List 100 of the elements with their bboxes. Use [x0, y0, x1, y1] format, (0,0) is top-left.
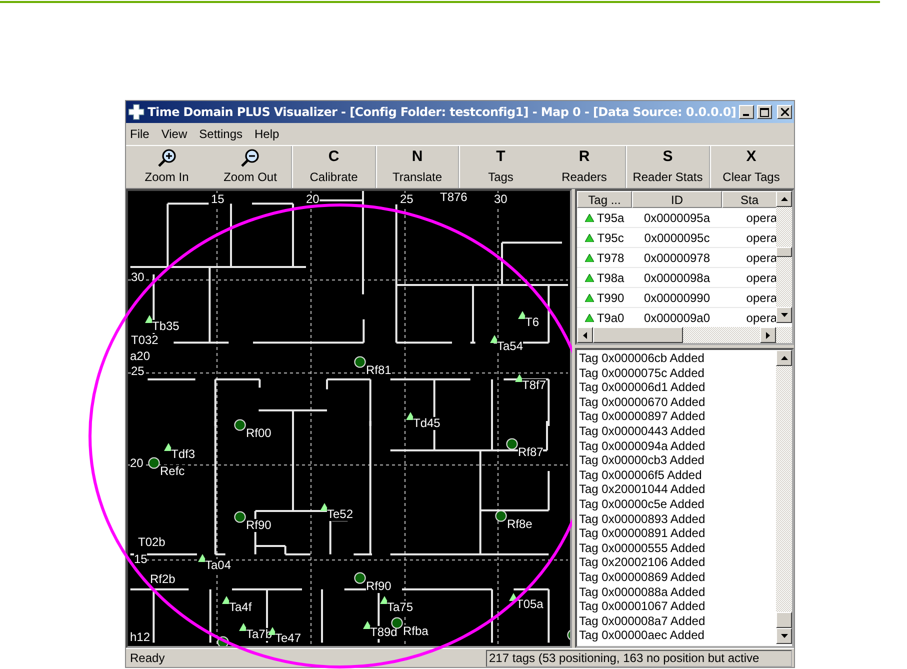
tag-label: Ta54	[497, 340, 524, 353]
left-arrow-icon	[583, 332, 587, 338]
log-entry: Tag 0x00000cb3 Added	[579, 453, 706, 468]
column-header[interactable]: ID	[632, 191, 722, 208]
log-entry: Tag 0x000006cb Added	[579, 351, 706, 366]
grid-coordinate: 20	[130, 457, 144, 470]
grid-coordinate: 20	[306, 193, 320, 206]
tag-label: Te52	[327, 508, 354, 521]
close-button[interactable]	[777, 105, 792, 119]
reader-label: Rf90	[366, 580, 392, 593]
key-letter: R	[578, 148, 590, 167]
table-cell-text: opera	[745, 230, 777, 246]
tag-label: Ta4f	[229, 601, 252, 614]
menu-item[interactable]: File	[130, 127, 150, 141]
table-cell-text: 0x0000098a	[642, 270, 712, 286]
key-letter: N	[412, 148, 423, 167]
grid-coordinate: 15	[134, 553, 148, 566]
menu-item[interactable]: Settings	[199, 127, 242, 141]
log-entry: Tag 0x20001044 Added	[579, 482, 706, 497]
table-cell: T98a	[577, 268, 632, 287]
reader-marker-icon[interactable]	[354, 356, 366, 368]
log-entry: Tag 0x000006d1 Added	[579, 380, 706, 395]
tag-label: T05a	[516, 598, 544, 611]
map-label: Rf2b	[150, 573, 176, 586]
triangle-icon	[584, 214, 594, 222]
tag-marker-icon[interactable]	[380, 596, 389, 604]
reader-marker-icon[interactable]	[148, 457, 160, 469]
toolbar-button[interactable]: Zoom In	[126, 146, 210, 188]
reader-marker-icon[interactable]	[495, 510, 507, 522]
tag-marker-icon[interactable]	[239, 623, 248, 631]
down-arrow-icon	[780, 313, 788, 317]
tag-label: Ta75	[387, 601, 414, 614]
log-entry: Tag 0x000008a7 Added	[579, 614, 706, 628]
tag-marker-icon[interactable]	[198, 554, 207, 562]
tag-marker-icon[interactable]	[363, 621, 372, 629]
reader-marker-icon[interactable]	[354, 572, 366, 584]
map-label: h12	[130, 631, 150, 644]
right-arrow-icon	[766, 332, 770, 338]
up-arrow-icon	[780, 197, 788, 201]
column-header[interactable]: Sta	[722, 191, 777, 208]
tag-marker-icon[interactable]	[515, 374, 524, 382]
reader-marker-icon[interactable]	[234, 419, 246, 431]
menu-item[interactable]: Help	[254, 127, 280, 141]
log-entry: Tag 0x00000aec Added	[579, 628, 706, 643]
reader-label: Rf81	[366, 364, 392, 377]
scrollbar-thumb[interactable]	[776, 612, 792, 628]
log-entry: Tag 0x00000443 Added	[579, 424, 706, 439]
table-cell: T978	[577, 248, 632, 267]
reader-marker-icon[interactable]	[217, 636, 229, 646]
reader-marker-icon[interactable]	[391, 617, 403, 629]
log-entry: Tag 0x00000670 Added	[579, 394, 706, 410]
minimize-button[interactable]	[739, 105, 754, 119]
tag-label: T8f7	[522, 379, 546, 392]
key-letter: S	[662, 148, 673, 167]
log-entry: Tag 0x000006f5 Added	[579, 468, 703, 482]
table-cell-text: opera	[745, 210, 777, 226]
tag-label: Tdf3	[171, 448, 196, 461]
tag-marker-icon[interactable]	[222, 596, 231, 604]
tag-label: Tb35	[152, 320, 180, 333]
maximize-button[interactable]	[757, 105, 772, 119]
triangle-icon	[584, 314, 594, 322]
vertical-scrollbar[interactable]	[776, 191, 792, 323]
menu-item[interactable]: View	[161, 127, 188, 141]
log-entry: Tag 0x00001067 Added	[579, 599, 706, 614]
reader-label: Rf87	[518, 446, 544, 459]
log-entry: Tag 0x00000869 Added	[579, 570, 706, 584]
scrollbar-thumb[interactable]	[776, 247, 792, 257]
grid-coordinate: 15	[211, 193, 224, 206]
tag-marker-icon[interactable]	[320, 503, 329, 511]
table-cell: T95c	[577, 228, 632, 247]
toolbar-button[interactable]: X Clear Tags	[710, 146, 794, 188]
toolbar-button[interactable]: T Tags	[460, 146, 544, 188]
tag-label: T6	[525, 316, 540, 329]
map-label: T876	[440, 191, 468, 204]
key-letter: C	[328, 148, 340, 167]
tag-marker-icon[interactable]	[509, 593, 518, 601]
tag-marker-icon[interactable]	[490, 335, 499, 343]
grid-coordinate: 30	[131, 271, 144, 284]
tag-marker-icon[interactable]	[518, 311, 527, 319]
tag-marker-icon[interactable]	[164, 443, 173, 451]
triangle-icon	[584, 294, 594, 302]
tag-marker-icon[interactable]	[145, 315, 154, 323]
horizontal-scrollbar[interactable]	[577, 327, 792, 343]
log-entry: Tag 0x00000893 Added	[579, 512, 706, 526]
table-cell-text: 0x00000990	[642, 290, 712, 306]
vertical-scrollbar[interactable]	[776, 350, 792, 644]
log-entry: Tag 0x0000075c Added	[579, 366, 706, 380]
reader-marker-icon[interactable]	[506, 438, 518, 450]
tag-marker-icon[interactable]	[406, 412, 415, 420]
table-cell-text: opera	[745, 270, 777, 286]
reader-marker-icon[interactable]	[234, 511, 246, 523]
tag-label: Te47	[275, 632, 302, 645]
reader-label: Refc	[160, 465, 185, 478]
reader-label: Rf8e	[507, 518, 532, 531]
close-icon	[780, 108, 789, 116]
zoom-in-icon	[156, 148, 177, 168]
column-header[interactable]: Tag ...	[577, 191, 632, 208]
scrollbar-thumb[interactable]	[593, 327, 683, 343]
table-cell-text: 0x00000978	[642, 250, 712, 266]
tag-label: Td45	[413, 417, 440, 430]
